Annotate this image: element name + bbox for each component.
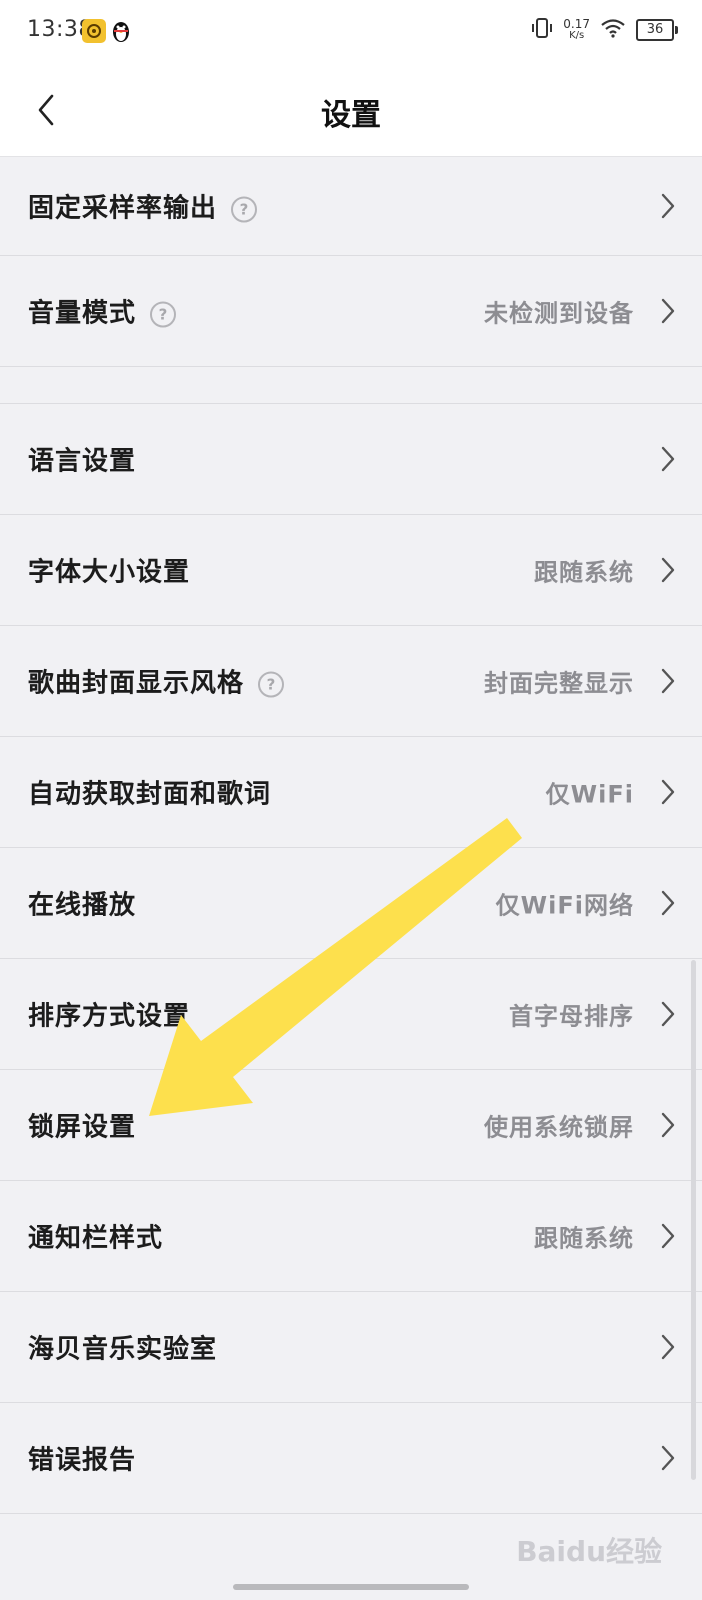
status-bar: 13:38 0.17 K/s 36 bbox=[0, 0, 702, 64]
setting-lab[interactable]: 海贝音乐实验室 bbox=[0, 1292, 702, 1403]
setting-sort-mode[interactable]: 排序方式设置 首字母排序 bbox=[0, 959, 702, 1070]
home-indicator[interactable] bbox=[233, 1584, 469, 1590]
setting-label: 在线播放 bbox=[28, 890, 137, 921]
chevron-right-icon bbox=[661, 779, 675, 805]
vibrate-icon bbox=[531, 16, 553, 44]
setting-value: 跟随系统 bbox=[534, 1224, 634, 1253]
setting-value: 仅WiFi bbox=[545, 780, 634, 809]
net-speed: 0.17 K/s bbox=[563, 18, 590, 42]
settings-list: 固定采样率输出? 音量模式? 未检测到设备 语言设置 字体大小设置 跟随系统 歌… bbox=[0, 157, 702, 1514]
setting-online-play[interactable]: 在线播放 仅WiFi网络 bbox=[0, 848, 702, 959]
chevron-right-icon bbox=[661, 1334, 675, 1360]
setting-value: 封面完整显示 bbox=[484, 669, 634, 698]
qq-penguin-icon bbox=[110, 19, 132, 47]
setting-fixed-sample-rate[interactable]: 固定采样率输出? bbox=[0, 157, 702, 256]
chevron-right-icon bbox=[661, 1112, 675, 1138]
page-title: 设置 bbox=[321, 98, 381, 133]
setting-value: 跟随系统 bbox=[534, 558, 634, 587]
wifi-icon bbox=[600, 18, 626, 42]
chevron-right-icon bbox=[661, 668, 675, 694]
header: 设置 bbox=[0, 64, 702, 157]
setting-label: 排序方式设置 bbox=[28, 1001, 191, 1032]
setting-label: 自动获取封面和歌词 bbox=[28, 779, 272, 810]
setting-lock-screen[interactable]: 锁屏设置 使用系统锁屏 bbox=[0, 1070, 702, 1181]
help-icon[interactable]: ? bbox=[258, 671, 285, 697]
setting-error-report[interactable]: 错误报告 bbox=[0, 1403, 702, 1514]
setting-value: 使用系统锁屏 bbox=[484, 1113, 634, 1142]
setting-label: 海贝音乐实验室 bbox=[28, 1334, 218, 1365]
app-notification-icon bbox=[82, 19, 106, 47]
chevron-right-icon bbox=[661, 1223, 675, 1249]
status-indicators: 0.17 K/s 36 bbox=[531, 16, 678, 44]
setting-label: 固定采样率输出 bbox=[28, 193, 218, 224]
chevron-right-icon bbox=[661, 557, 675, 583]
setting-font-size[interactable]: 字体大小设置 跟随系统 bbox=[0, 515, 702, 626]
setting-auto-fetch-cover[interactable]: 自动获取封面和歌词 仅WiFi bbox=[0, 737, 702, 848]
chevron-right-icon bbox=[661, 890, 675, 916]
setting-label: 错误报告 bbox=[28, 1445, 137, 1476]
chevron-right-icon bbox=[661, 298, 675, 324]
net-speed-value: 0.17 bbox=[563, 17, 590, 31]
setting-label: 歌曲封面显示风格 bbox=[28, 668, 245, 699]
help-icon[interactable]: ? bbox=[150, 301, 177, 327]
baidu-watermark: Baidu经验 bbox=[516, 1535, 662, 1568]
battery-icon: 36 bbox=[636, 19, 678, 41]
setting-value: 首字母排序 bbox=[509, 1002, 634, 1031]
setting-cover-style[interactable]: 歌曲封面显示风格? 封面完整显示 bbox=[0, 626, 702, 737]
setting-language[interactable]: 语言设置 bbox=[0, 404, 702, 515]
chevron-right-icon bbox=[661, 446, 675, 472]
help-icon[interactable]: ? bbox=[231, 196, 258, 222]
net-speed-unit: K/s bbox=[569, 30, 585, 41]
section-divider bbox=[0, 367, 702, 404]
setting-label: 音量模式 bbox=[28, 298, 137, 329]
setting-label: 字体大小设置 bbox=[28, 557, 191, 588]
chevron-right-icon bbox=[661, 1001, 675, 1027]
setting-label: 锁屏设置 bbox=[28, 1112, 137, 1143]
chevron-right-icon bbox=[661, 193, 675, 219]
setting-label: 通知栏样式 bbox=[28, 1223, 164, 1254]
setting-notification-style[interactable]: 通知栏样式 跟随系统 bbox=[0, 1181, 702, 1292]
chevron-right-icon bbox=[661, 1445, 675, 1471]
setting-value: 未检测到设备 bbox=[484, 299, 634, 328]
scrollbar[interactable] bbox=[691, 960, 696, 1480]
setting-value: 仅WiFi网络 bbox=[495, 891, 634, 920]
setting-volume-mode[interactable]: 音量模式? 未检测到设备 bbox=[0, 256, 702, 367]
setting-label: 语言设置 bbox=[28, 446, 137, 477]
